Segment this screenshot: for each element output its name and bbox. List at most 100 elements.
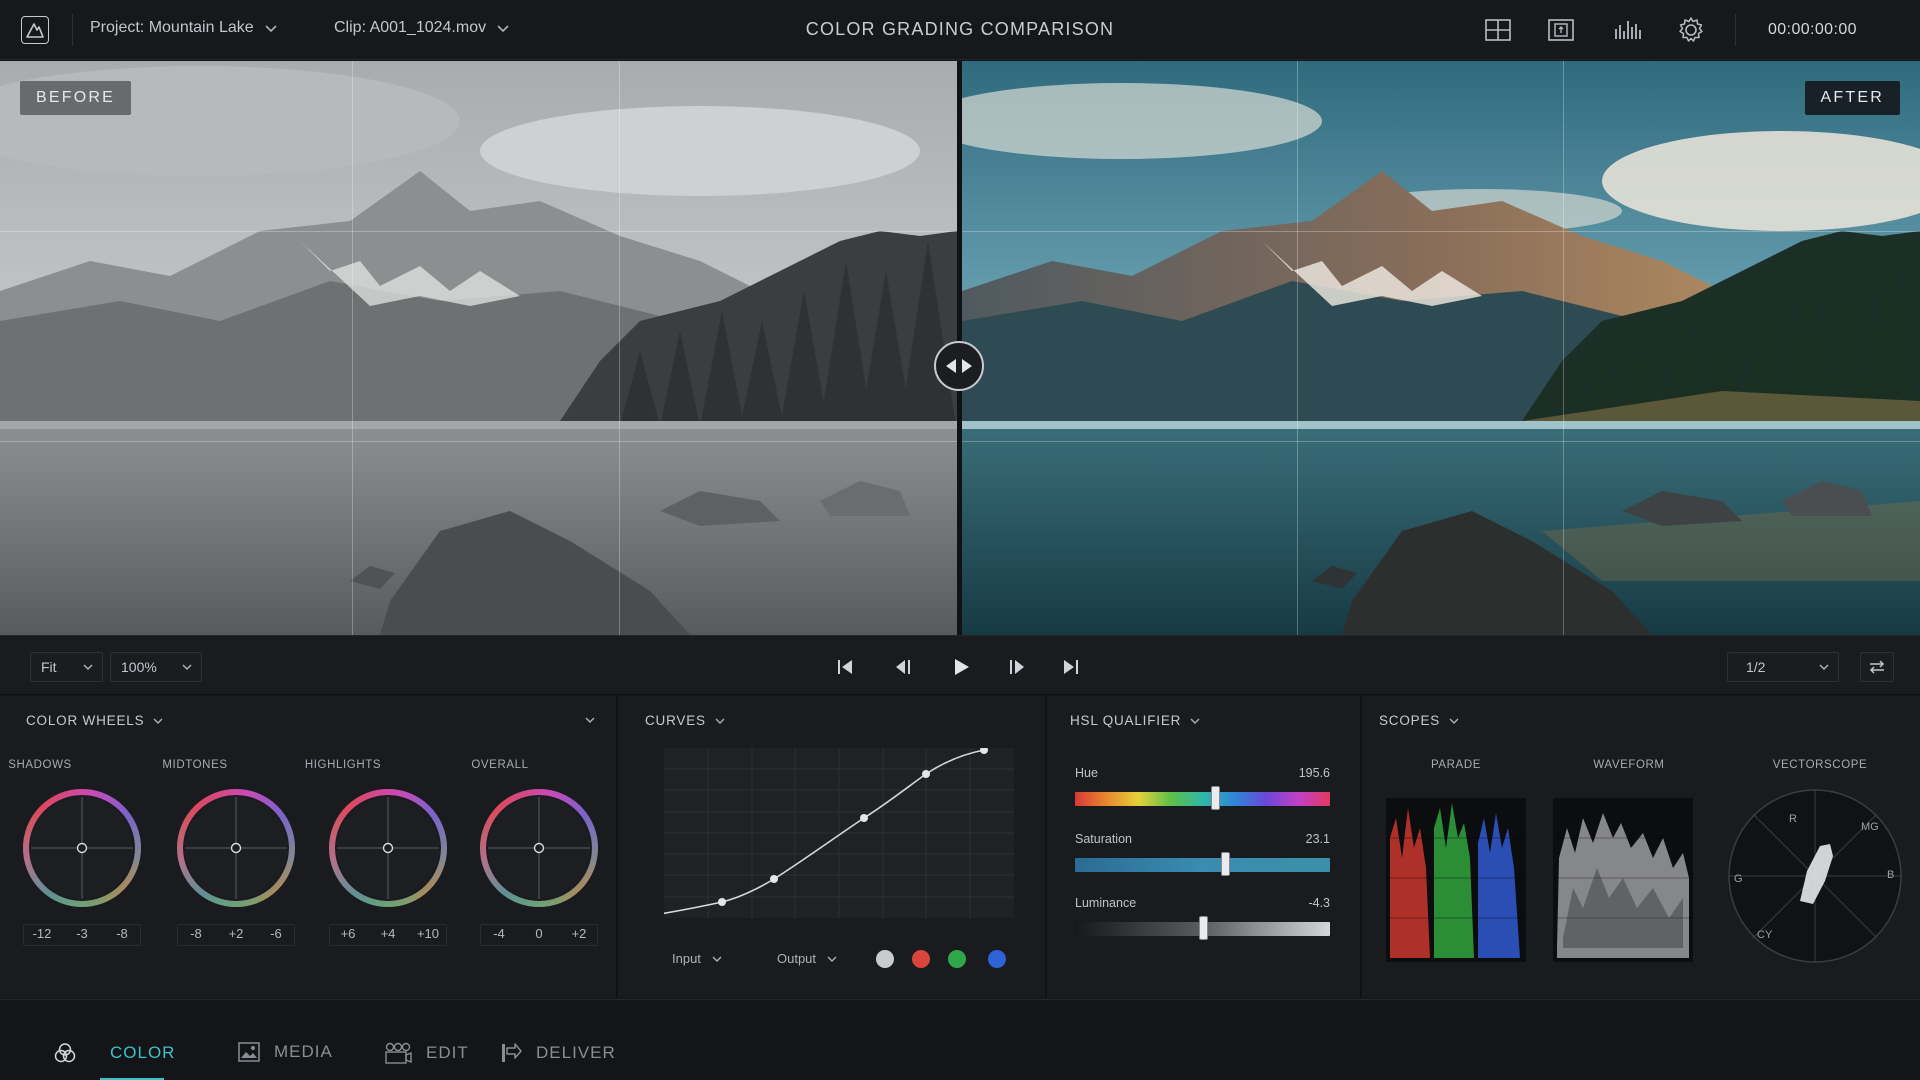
color-wheel-highlights[interactable] — [328, 788, 448, 908]
before-image: BEFORE — [0, 61, 957, 635]
chevron-down-icon — [83, 664, 93, 671]
hue-track[interactable] — [1075, 792, 1330, 806]
separator — [1735, 14, 1736, 46]
curves-title: CURVES — [645, 713, 706, 728]
grid-line — [962, 231, 1920, 232]
deliver-export-icon — [502, 1043, 522, 1062]
tab-edit-label: EDIT — [426, 1043, 469, 1062]
wheel-value[interactable]: -6 — [256, 926, 296, 941]
curve-graph[interactable] — [664, 748, 1014, 918]
tab-color[interactable]: COLOR — [54, 1042, 175, 1064]
luminance-value: -4.3 — [1308, 896, 1330, 910]
after-image: AFTER — [962, 61, 1920, 635]
curves-header[interactable]: CURVES — [645, 713, 726, 728]
waveform-scope — [1553, 798, 1693, 962]
input-select[interactable]: Input — [672, 951, 723, 966]
skip-to-start-button[interactable] — [832, 654, 858, 680]
wheel-value[interactable]: -8 — [176, 926, 216, 941]
split-handle[interactable] — [934, 341, 984, 391]
transport-bar: Fit 100% 1/2 — [0, 635, 1920, 695]
curve-point[interactable] — [770, 875, 778, 883]
channel-blue-button[interactable] — [988, 950, 1006, 968]
play-button[interactable] — [948, 654, 974, 680]
tab-deliver[interactable]: DELIVER — [500, 1042, 616, 1064]
parade-scope — [1386, 798, 1526, 962]
before-badge: BEFORE — [20, 81, 131, 115]
wheel-value[interactable]: -8 — [102, 926, 142, 941]
color-wheel-midtones[interactable] — [176, 788, 296, 908]
scopes-header[interactable]: SCOPES — [1379, 713, 1460, 728]
zoom-select[interactable]: 100% — [110, 652, 202, 682]
skip-to-end-button[interactable] — [1058, 654, 1084, 680]
settings-gear-icon[interactable] — [1676, 15, 1706, 45]
color-wheel-overall[interactable] — [479, 788, 599, 908]
hsl-qualifier-panel: HSL QUALIFIER Hue 195.6 Saturation 23.1 … — [1047, 696, 1361, 998]
color-wheel-shadows[interactable] — [22, 788, 142, 908]
page-select[interactable]: 1/2 — [1727, 652, 1839, 682]
step-back-icon — [896, 660, 910, 674]
wheel-label-overall: OVERALL — [471, 759, 529, 771]
vector-label-r: R — [1789, 813, 1797, 825]
swap-button[interactable] — [1860, 652, 1894, 682]
page-select-value: 1/2 — [1746, 659, 1766, 675]
chevron-down-icon — [827, 956, 837, 962]
hue-value: 195.6 — [1298, 766, 1330, 780]
chevron-down-icon — [1449, 718, 1459, 724]
film-camera-icon — [385, 1042, 412, 1064]
hue-slider-knob[interactable] — [1211, 786, 1221, 810]
wheel-value[interactable]: -4 — [479, 926, 519, 941]
fit-select[interactable]: Fit — [30, 652, 103, 682]
vectorscope-label: VECTORSCOPE — [1772, 759, 1868, 771]
wheel-values: -8 +2 -6 — [176, 926, 296, 941]
wheel-label-highlights: HIGHLIGHTS — [304, 759, 382, 771]
layout-grid-icon[interactable] — [1483, 15, 1513, 45]
channel-green-button[interactable] — [948, 950, 966, 968]
saturation-slider-knob[interactable] — [1221, 852, 1231, 876]
wheel-value[interactable]: +4 — [368, 926, 408, 941]
channel-red-button[interactable] — [912, 950, 930, 968]
audio-meter-icon[interactable] — [1612, 15, 1642, 45]
chevron-down-icon — [153, 718, 163, 724]
step-back-button[interactable] — [890, 654, 916, 680]
panel-collapse-chevron-icon[interactable] — [584, 715, 596, 725]
play-icon — [955, 659, 969, 675]
grid-line — [1563, 61, 1564, 635]
after-badge: AFTER — [1804, 81, 1900, 115]
saturation-value: 23.1 — [1305, 832, 1330, 846]
hsl-title: HSL QUALIFIER — [1070, 713, 1182, 728]
wheel-value[interactable]: +2 — [559, 926, 599, 941]
hsl-header[interactable]: HSL QUALIFIER — [1070, 713, 1201, 728]
tab-media[interactable]: MEDIA — [238, 1042, 333, 1062]
comparison-viewer: BEFORE AFTER — [0, 61, 1920, 635]
step-forward-button[interactable] — [1004, 654, 1030, 680]
wheel-value[interactable]: -12 — [22, 926, 62, 941]
wheel-value[interactable]: +2 — [216, 926, 256, 941]
saturation-track[interactable] — [1075, 858, 1330, 872]
vector-label-g: G — [1734, 873, 1743, 885]
tab-deliver-label: DELIVER — [536, 1043, 616, 1062]
channel-luma-button[interactable] — [876, 950, 894, 968]
wheel-values: -4 0 +2 — [479, 926, 599, 941]
wheel-value[interactable]: +6 — [328, 926, 368, 941]
chevron-down-icon — [1190, 718, 1200, 724]
monitor-icon[interactable] — [1546, 15, 1576, 45]
chevron-down-icon — [715, 718, 725, 724]
wheel-label-shadows: SHADOWS — [8, 759, 72, 771]
tab-edit[interactable]: EDIT — [384, 1042, 469, 1064]
color-wheels-header[interactable]: COLOR WHEELS — [26, 713, 164, 728]
curve-point[interactable] — [718, 898, 726, 906]
luminance-slider-knob[interactable] — [1198, 916, 1208, 940]
split-arrows-icon — [946, 359, 972, 373]
wheel-value[interactable]: +10 — [408, 926, 448, 941]
output-select[interactable]: Output — [777, 951, 838, 966]
vectorscope: R MG B CY G — [1725, 786, 1905, 966]
skip-start-icon — [838, 660, 852, 674]
color-wheels-panel: COLOR WHEELS SHADOWS -12 -3 -8 MIDTONES -8 +2-… — [0, 696, 617, 998]
wheel-values: +6 +4 +10 — [328, 926, 448, 941]
vector-label-mg: MG — [1861, 821, 1879, 833]
curve-point[interactable] — [922, 770, 930, 778]
vector-label-b: B — [1887, 869, 1894, 881]
wheel-value[interactable]: -3 — [62, 926, 102, 941]
wheel-value[interactable]: 0 — [519, 926, 559, 941]
curve-point[interactable] — [860, 814, 868, 822]
